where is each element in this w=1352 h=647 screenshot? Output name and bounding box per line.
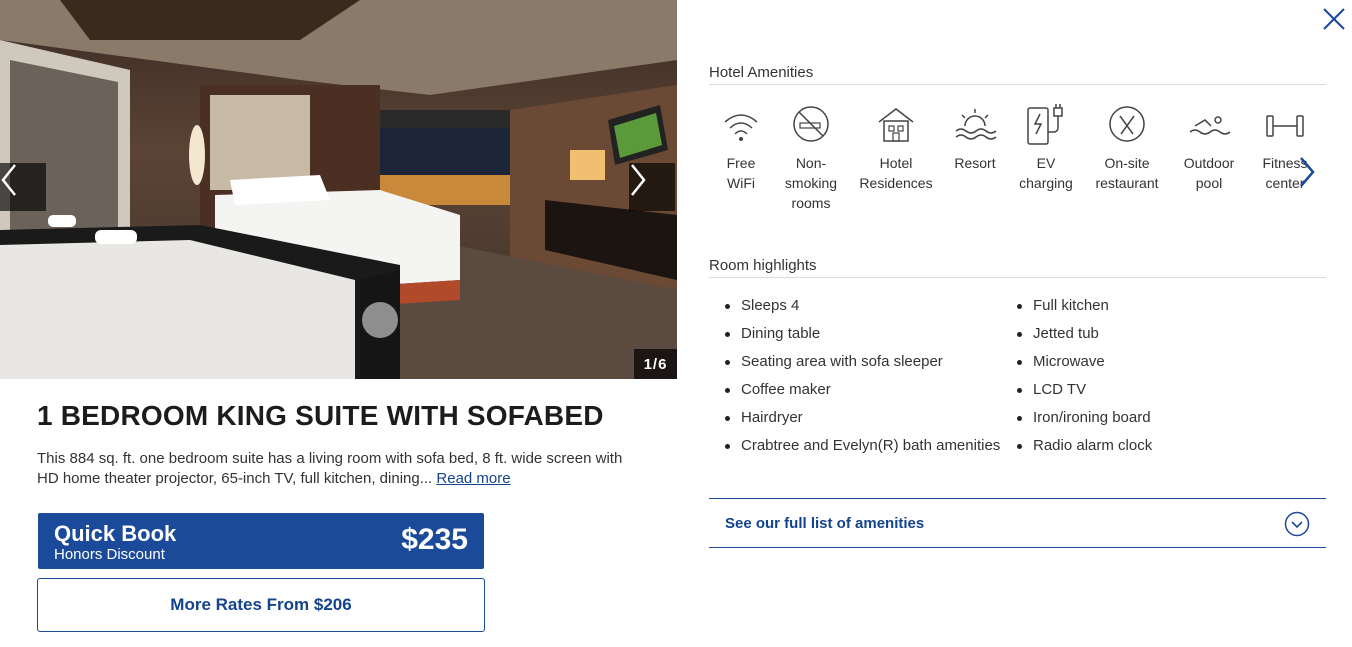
gallery-counter: 1/6 bbox=[634, 349, 677, 379]
amenity-label: Resort bbox=[954, 155, 996, 171]
amenity-restaurant: On-site restaurant bbox=[1092, 104, 1162, 193]
restaurant-icon bbox=[1109, 106, 1145, 142]
list-item: Jetted tub bbox=[1017, 324, 1152, 352]
ev-charging-icon bbox=[1027, 104, 1063, 145]
room-title: 1 BEDROOM KING SUITE WITH SOFABED bbox=[37, 400, 604, 431]
list-item: Coffee maker bbox=[725, 380, 1000, 408]
highlights-divider bbox=[709, 277, 1326, 278]
full-amenities-toggle[interactable]: See our full list of amenities bbox=[709, 498, 1326, 548]
quick-book-price: $235 bbox=[401, 523, 468, 556]
amenity-ev-charging: EV charging bbox=[1016, 104, 1076, 193]
list-item: Microwave bbox=[1017, 352, 1152, 380]
list-item: LCD TV bbox=[1017, 380, 1152, 408]
room-photo-illustration bbox=[0, 0, 677, 379]
amenity-label: Free WiFi bbox=[726, 155, 756, 191]
room-description-text: This 884 sq. ft. one bedroom suite has a… bbox=[37, 450, 623, 487]
fitness-icon bbox=[1266, 115, 1304, 137]
list-item: Iron/ironing board bbox=[1017, 408, 1152, 436]
hotel-residences-icon bbox=[878, 108, 914, 142]
quick-book-subtitle: Honors Discount bbox=[54, 546, 165, 563]
close-icon[interactable] bbox=[1322, 7, 1346, 31]
amenity-label: EV charging bbox=[1019, 155, 1073, 191]
amenities-next-icon[interactable] bbox=[1296, 154, 1318, 190]
gallery-next-button[interactable] bbox=[629, 163, 675, 211]
amenity-label: Hotel Residences bbox=[859, 155, 933, 191]
amenities-carousel: Free WiFi Non-smoking rooms Hotel Reside… bbox=[709, 104, 1309, 214]
list-item: Crabtree and Evelyn(R) bath amenities bbox=[725, 436, 1000, 464]
highlights-column-right: Full kitchen Jetted tub Microwave LCD TV… bbox=[1017, 296, 1152, 464]
highlights-column-left: Sleeps 4 Dining table Seating area with … bbox=[725, 296, 1000, 464]
chevron-right-icon bbox=[631, 164, 646, 196]
quick-book-title: Quick Book bbox=[54, 521, 177, 546]
list-item: Sleeps 4 bbox=[725, 296, 1000, 324]
chevron-left-icon bbox=[1, 164, 16, 196]
gallery-prev-button[interactable] bbox=[0, 163, 46, 211]
quick-book-button[interactable]: Quick Book Honors Discount $235 bbox=[38, 513, 484, 569]
amenity-non-smoking: Non-smoking rooms bbox=[781, 104, 841, 213]
list-item: Full kitchen bbox=[1017, 296, 1152, 324]
list-item: Seating area with sofa sleeper bbox=[725, 352, 1000, 380]
amenity-label: On-site restaurant bbox=[1095, 155, 1159, 191]
more-rates-button[interactable]: More Rates From $206 bbox=[37, 578, 485, 632]
list-item: Radio alarm clock bbox=[1017, 436, 1152, 464]
full-amenities-label: See our full list of amenities bbox=[725, 515, 925, 532]
chevron-down-icon bbox=[1284, 511, 1310, 537]
amenity-wifi: Free WiFi bbox=[711, 104, 771, 193]
wifi-icon bbox=[724, 114, 758, 141]
amenity-hotel-residences: Hotel Residences bbox=[856, 104, 936, 193]
amenity-label: Non-smoking rooms bbox=[784, 155, 838, 211]
read-more-link[interactable]: Read more bbox=[436, 470, 510, 487]
amenity-resort: Resort bbox=[945, 104, 1005, 173]
amenity-pool: Outdoor pool bbox=[1179, 104, 1239, 193]
room-photo: 1/6 bbox=[0, 0, 677, 379]
resort-icon bbox=[955, 109, 997, 140]
pool-icon bbox=[1189, 116, 1231, 135]
amenity-label: Outdoor pool bbox=[1183, 155, 1235, 191]
amenities-divider bbox=[709, 84, 1326, 85]
no-smoking-icon bbox=[793, 106, 829, 142]
room-description: This 884 sq. ft. one bedroom suite has a… bbox=[37, 449, 637, 489]
amenities-heading: Hotel Amenities bbox=[709, 64, 814, 81]
highlights-heading: Room highlights bbox=[709, 257, 817, 274]
list-item: Hairdryer bbox=[725, 408, 1000, 436]
list-item: Dining table bbox=[725, 324, 1000, 352]
